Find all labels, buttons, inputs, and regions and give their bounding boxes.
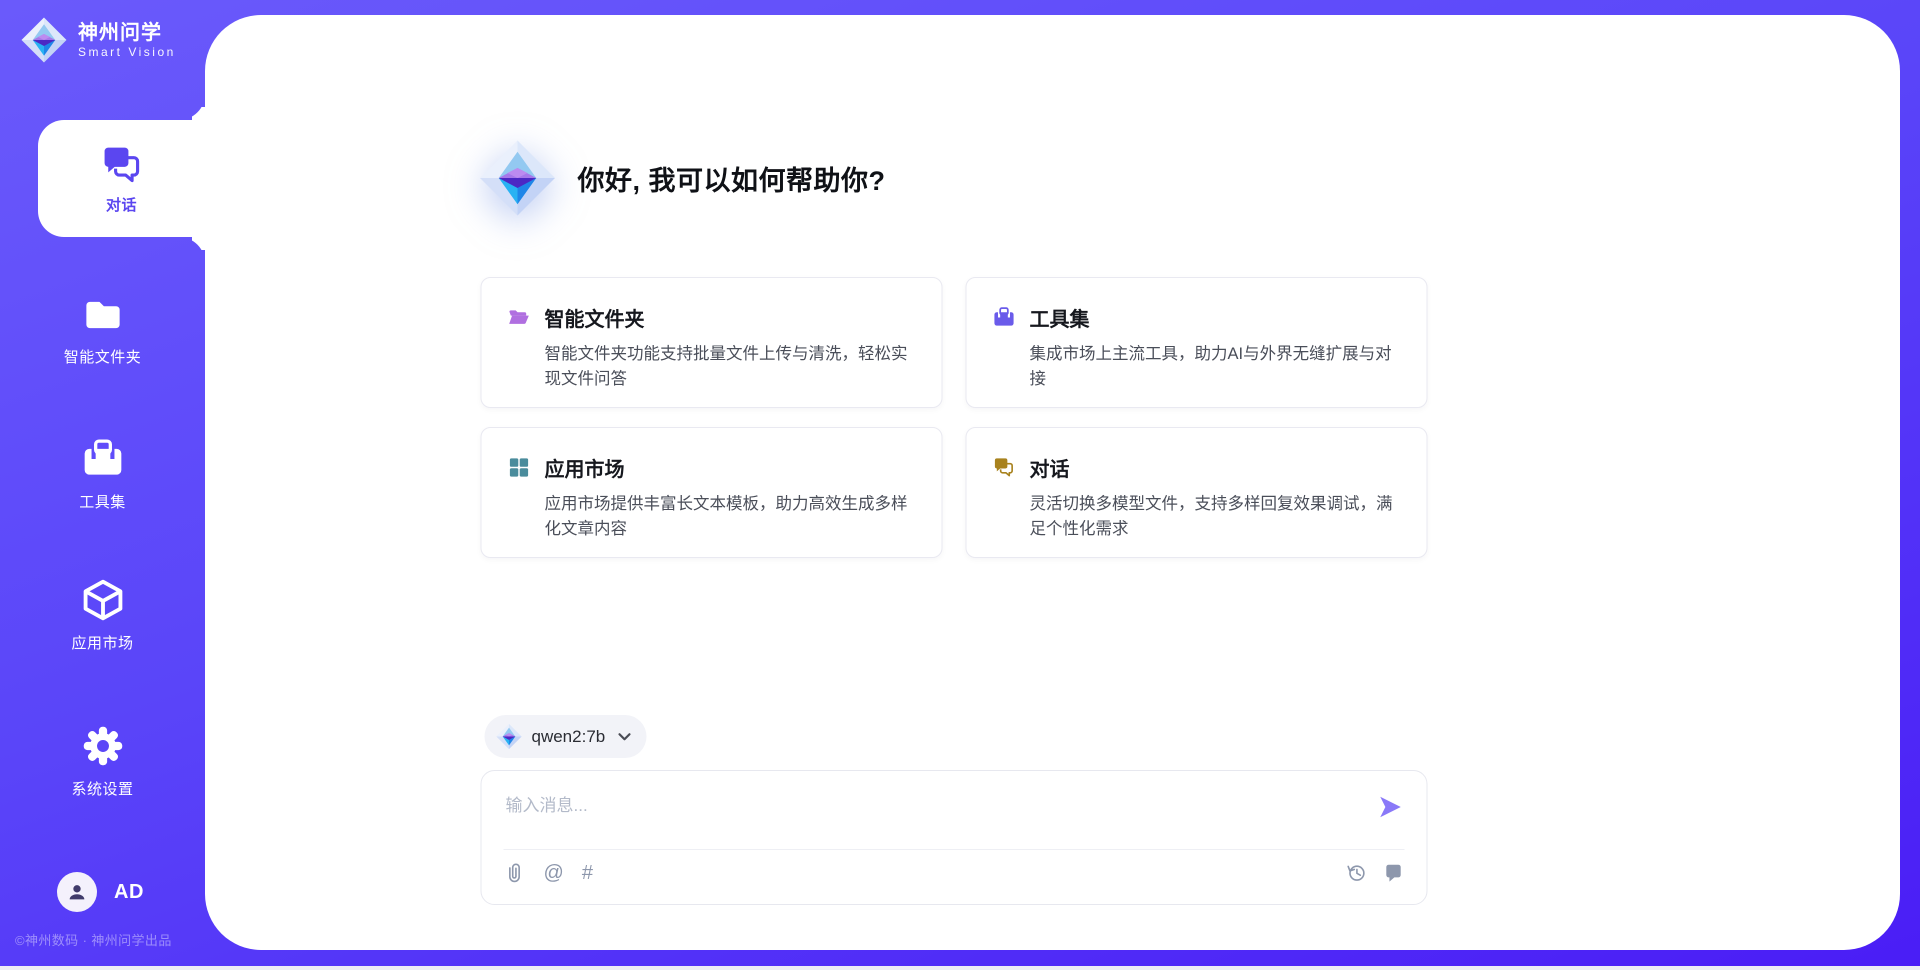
brand: 神州问学 Smart Vision	[20, 16, 176, 64]
folder-open-icon	[508, 306, 531, 329]
attachment-icon[interactable]	[504, 862, 526, 884]
briefcase-icon	[993, 306, 1016, 329]
history-icon[interactable]	[1346, 862, 1368, 884]
folder-icon	[82, 294, 124, 336]
avatar	[57, 872, 97, 912]
user-initials: AD	[114, 881, 144, 904]
card-description: 智能文件夹功能支持批量文件上传与清洗，轻松实现文件问答	[545, 342, 916, 392]
sidebar-item-chat[interactable]: 对话	[38, 120, 205, 237]
card-description: 应用市场提供丰富长文本模板，助力高效生成多样化文章内容	[545, 492, 916, 542]
app-window: 神州问学 Smart Vision 对话 智能文件夹 工具集 应用市场 系统设置	[0, 0, 1920, 970]
user-profile[interactable]: AD	[57, 872, 144, 912]
card-title: 对话	[1030, 453, 1070, 482]
chevron-down-icon	[617, 732, 631, 742]
briefcase-icon	[81, 437, 125, 481]
card-title: 工具集	[1030, 303, 1090, 332]
sidebar-item-settings[interactable]: 系统设置	[0, 724, 205, 799]
grid-icon	[508, 456, 531, 479]
send-icon[interactable]	[1377, 793, 1405, 821]
cube-icon	[81, 578, 125, 622]
sidebar-item-label: 系统设置	[71, 778, 133, 799]
sidebar-item-toolset[interactable]: 工具集	[0, 437, 205, 512]
feature-cards: 智能文件夹 智能文件夹功能支持批量文件上传与清洗，轻松实现文件问答 工具集 集成…	[481, 277, 1428, 558]
copyright-footer: ©神州数码 · 神州问学出品	[15, 930, 172, 949]
brand-subtitle: Smart Vision	[78, 45, 176, 59]
person-icon	[66, 881, 88, 903]
model-name: qwen2:7b	[532, 727, 606, 747]
card-description: 集成市场上主流工具，助力AI与外界无缝扩展与对接	[1030, 342, 1401, 392]
sidebar-item-smart-folder[interactable]: 智能文件夹	[0, 294, 205, 367]
card-title: 应用市场	[545, 453, 625, 482]
chat-bubbles-icon	[100, 143, 144, 187]
chat-bubbles-icon	[993, 456, 1016, 479]
message-composer: @ #	[481, 770, 1428, 905]
diamond-logo-icon	[496, 723, 523, 750]
greeting: 你好, 我可以如何帮助你?	[478, 138, 886, 218]
card-smart-folder[interactable]: 智能文件夹 智能文件夹功能支持批量文件上传与清洗，轻松实现文件问答	[481, 277, 943, 408]
hashtag-icon[interactable]: #	[582, 863, 593, 883]
card-toolset[interactable]: 工具集 集成市场上主流工具，助力AI与外界无缝扩展与对接	[966, 277, 1428, 408]
bottom-edge-strip	[0, 966, 1920, 970]
greeting-title: 你好, 我可以如何帮助你?	[578, 159, 886, 198]
gear-icon	[81, 724, 125, 768]
sidebar-item-label: 智能文件夹	[64, 346, 142, 367]
model-selector[interactable]: qwen2:7b	[485, 715, 647, 758]
comment-icon[interactable]	[1383, 862, 1405, 884]
sidebar-item-label: 工具集	[79, 491, 126, 512]
sidebar-item-app-market[interactable]: 应用市场	[0, 578, 205, 653]
message-input[interactable]	[504, 785, 1377, 843]
sidebar: 神州问学 Smart Vision 对话 智能文件夹 工具集 应用市场 系统设置	[0, 0, 205, 970]
mention-icon[interactable]: @	[544, 863, 564, 883]
brand-name: 神州问学	[78, 22, 176, 45]
diamond-logo-icon	[478, 138, 558, 218]
brand-diamond-logo-icon	[20, 16, 68, 64]
sidebar-item-label: 应用市场	[71, 632, 133, 653]
card-app-market[interactable]: 应用市场 应用市场提供丰富长文本模板，助力高效生成多样化文章内容	[481, 427, 943, 558]
card-title: 智能文件夹	[545, 303, 645, 332]
card-chat[interactable]: 对话 灵活切换多模型文件，支持多样回复效果调试，满足个性化需求	[966, 427, 1428, 558]
content-column: 你好, 我可以如何帮助你? 智能文件夹 智能文件夹功能支持批量文件上传与清洗，轻…	[487, 15, 1434, 950]
sidebar-item-label: 对话	[106, 194, 137, 215]
card-description: 灵活切换多模型文件，支持多样回复效果调试，满足个性化需求	[1030, 492, 1401, 542]
